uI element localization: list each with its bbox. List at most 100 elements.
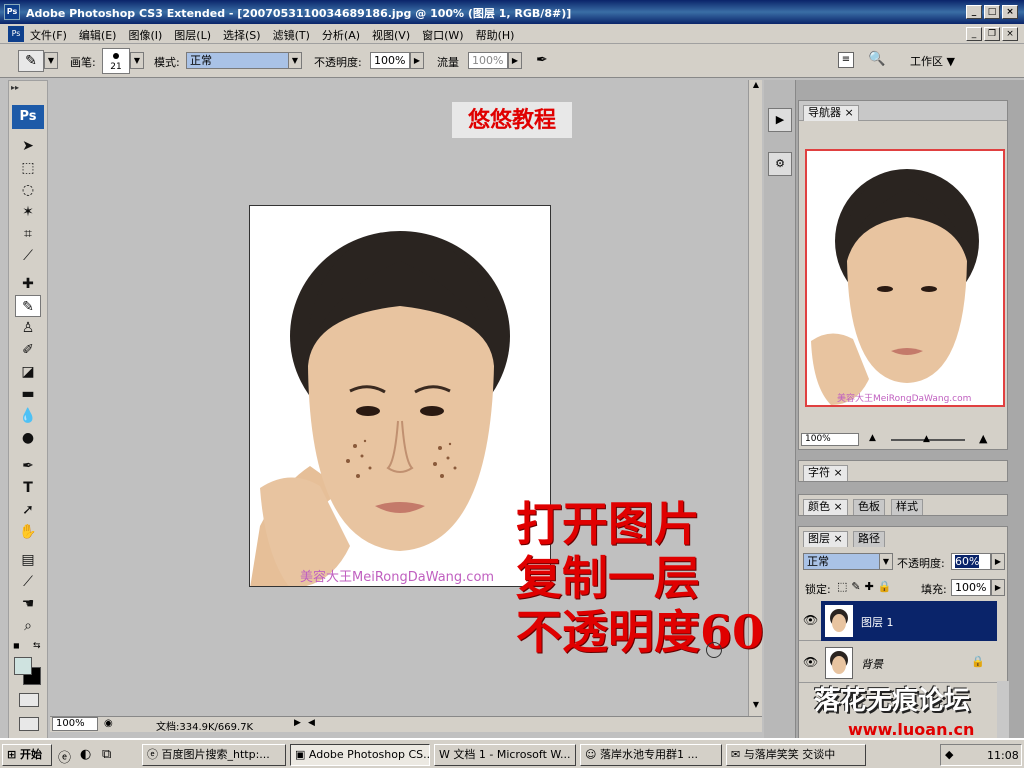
clone-stamp-tool-icon[interactable]: ♙ — [15, 317, 41, 339]
visibility-eye-icon[interactable]: 👁 — [803, 655, 818, 669]
mode-select[interactable]: 正常 — [186, 52, 290, 69]
document-icon[interactable]: Ps — [8, 26, 24, 42]
navigator-zoom-field[interactable]: 100% — [801, 433, 859, 446]
zoom-out-icon[interactable]: ▲ — [869, 433, 876, 443]
crop-tool-icon[interactable]: ⌗ — [15, 223, 41, 245]
shape-tool-icon[interactable]: ✋ — [15, 521, 41, 543]
scroll-left-icon[interactable]: ◀ — [308, 718, 315, 728]
menu-item-8[interactable]: 窗口(W) — [422, 27, 463, 43]
layer-row-2[interactable]: 👁 背景 🔒 — [799, 643, 997, 683]
menu-item-0[interactable]: 文件(F) — [30, 27, 67, 43]
fill-input[interactable]: 100% — [951, 579, 991, 596]
swap-colors-icon[interactable]: ⇆ — [33, 641, 41, 651]
brush-tool-preset-icon[interactable]: ✎ — [18, 50, 44, 72]
zoom-slider-thumb[interactable]: ▲ — [923, 434, 930, 444]
start-button[interactable]: ⊞ 开始 — [2, 744, 52, 766]
notes-tool-icon[interactable]: ▤ — [15, 549, 41, 571]
photoshop-app-icon[interactable]: Ps — [4, 4, 20, 20]
menu-item-7[interactable]: 视图(V) — [372, 27, 410, 43]
workspace-button[interactable]: 工作区 ▼ — [910, 53, 955, 69]
menu-item-3[interactable]: 图层(L) — [174, 27, 211, 43]
status-arrow-icon[interactable]: ▶ — [294, 718, 301, 728]
blend-mode-select[interactable]: 正常 — [803, 553, 881, 570]
photoshop-logo[interactable]: Ps — [12, 105, 44, 129]
dodge-tool-icon[interactable]: ● — [15, 427, 41, 449]
hand-tool-icon[interactable]: ☚ — [15, 593, 41, 615]
path-selection-tool-icon[interactable]: ➚ — [15, 499, 41, 521]
styles-tab[interactable]: 样式 — [891, 499, 923, 515]
opacity-input[interactable]: 100% — [370, 52, 410, 69]
document-canvas[interactable]: 美容大王MeiRongDaWang.com — [249, 205, 551, 587]
type-tool-icon[interactable]: T — [15, 477, 41, 499]
layer-row-1[interactable]: 👁 图层 1 — [799, 601, 997, 641]
layer-opacity-arrow-icon[interactable]: ▶ — [991, 553, 1005, 570]
menu-item-2[interactable]: 图像(I) — [128, 27, 162, 43]
task-baidu[interactable]: ⓔ 百度图片搜索_http:... — [142, 744, 286, 766]
gradient-tool-icon[interactable]: ▬ — [15, 383, 41, 405]
zoom-tool-icon[interactable]: ⌕ — [15, 615, 41, 637]
ie-quicklaunch-icon[interactable]: ⓔ — [58, 747, 71, 766]
magic-wand-tool-icon[interactable]: ✶ — [15, 201, 41, 223]
foreground-color-swatch[interactable] — [14, 657, 32, 675]
task-qq-group[interactable]: ☺ 落岸水池专用群1 ... — [580, 744, 722, 766]
menu-item-1[interactable]: 编辑(E) — [79, 27, 117, 43]
move-tool-icon[interactable]: ➤ — [15, 135, 41, 157]
lasso-tool-icon[interactable]: ◌ — [15, 179, 41, 201]
close-icon[interactable]: × — [1002, 5, 1018, 19]
palette-well-icon[interactable]: ≡ — [838, 52, 854, 68]
airbrush-icon[interactable]: ✒ — [536, 52, 548, 68]
brush-tool-icon[interactable]: ✎ — [15, 295, 41, 317]
paths-tab[interactable]: 路径 — [853, 531, 885, 547]
status-menu-icon[interactable]: ◉ — [104, 718, 113, 729]
screen-mode-icon[interactable] — [19, 717, 39, 731]
doc-close-icon[interactable]: × — [1002, 27, 1018, 41]
swatches-tab[interactable]: 色板 — [853, 499, 885, 515]
opacity-slider-arrow-icon[interactable]: ▶ — [410, 52, 424, 69]
media-quicklaunch-icon[interactable]: ◐ — [80, 747, 91, 762]
color-tab[interactable]: 颜色 × — [803, 499, 848, 515]
menu-item-5[interactable]: 滤镜(T) — [273, 27, 310, 43]
navigator-preview[interactable]: 美容大王MeiRongDaWang.com — [805, 149, 1005, 407]
healing-brush-tool-icon[interactable]: ✚ — [15, 273, 41, 295]
eraser-tool-icon[interactable]: ◪ — [15, 361, 41, 383]
scroll-up-icon[interactable]: ▲ — [750, 80, 762, 94]
character-tab[interactable]: 字符 × — [803, 465, 848, 481]
layers-tab[interactable]: 图层 × — [803, 531, 848, 547]
blur-tool-icon[interactable]: 💧 — [15, 405, 41, 427]
navigator-tab[interactable]: 导航器 × — [803, 105, 859, 121]
brush-dropdown-arrow-icon[interactable]: ▼ — [130, 52, 144, 69]
zoom-level-field[interactable]: 100% — [52, 717, 98, 731]
collapse-arrows-icon[interactable]: ▸▸ — [11, 83, 19, 92]
layers-scrollbar[interactable] — [997, 681, 1009, 741]
task-word[interactable]: W 文档 1 - Microsoft W... — [434, 744, 576, 766]
marquee-tool-icon[interactable]: ⬚ — [15, 157, 41, 179]
task-photoshop[interactable]: ▣ Adobe Photoshop CS... — [290, 744, 430, 766]
visibility-eye-icon[interactable]: 👁 — [803, 613, 818, 627]
bridge-icon[interactable]: 🔍 — [868, 51, 885, 67]
brush-picker[interactable]: 21 — [102, 48, 130, 74]
scroll-down-icon[interactable]: ▼ — [750, 700, 762, 714]
doc-minimize-icon[interactable]: _ — [966, 27, 982, 41]
task-qq-chat[interactable]: ✉ 与落岸笑笑 交谈中 — [726, 744, 866, 766]
history-brush-tool-icon[interactable]: ✐ — [15, 339, 41, 361]
menu-item-9[interactable]: 帮助(H) — [476, 27, 515, 43]
actions-panel-icon[interactable]: ▶ — [768, 108, 792, 132]
layer-opacity-input[interactable]: 60% — [951, 553, 991, 570]
mode-dropdown-arrow-icon[interactable]: ▼ — [288, 52, 302, 69]
flow-input[interactable]: 100% — [468, 52, 508, 69]
fill-arrow-icon[interactable]: ▶ — [991, 579, 1005, 596]
maximize-icon[interactable]: □ — [984, 5, 1000, 19]
blend-mode-arrow-icon[interactable]: ▼ — [879, 553, 893, 570]
eyedropper-tool-icon[interactable]: ⟋ — [15, 571, 41, 593]
menu-item-4[interactable]: 选择(S) — [223, 27, 261, 43]
pen-tool-icon[interactable]: ✒ — [15, 455, 41, 477]
desktop-quicklaunch-icon[interactable]: ⧉ — [102, 747, 111, 762]
lock-options-icon[interactable]: ⬚✎✚🔒 — [837, 580, 896, 593]
flow-slider-arrow-icon[interactable]: ▶ — [508, 52, 522, 69]
tray-icon[interactable]: ◆ — [945, 748, 953, 761]
zoom-in-icon[interactable]: ▲ — [979, 432, 987, 445]
doc-restore-icon[interactable]: ❐ — [984, 27, 1000, 41]
preset-dropdown-arrow-icon[interactable]: ▼ — [44, 52, 58, 69]
menu-item-6[interactable]: 分析(A) — [322, 27, 360, 43]
tool-presets-panel-icon[interactable]: ⚙ — [768, 152, 792, 176]
